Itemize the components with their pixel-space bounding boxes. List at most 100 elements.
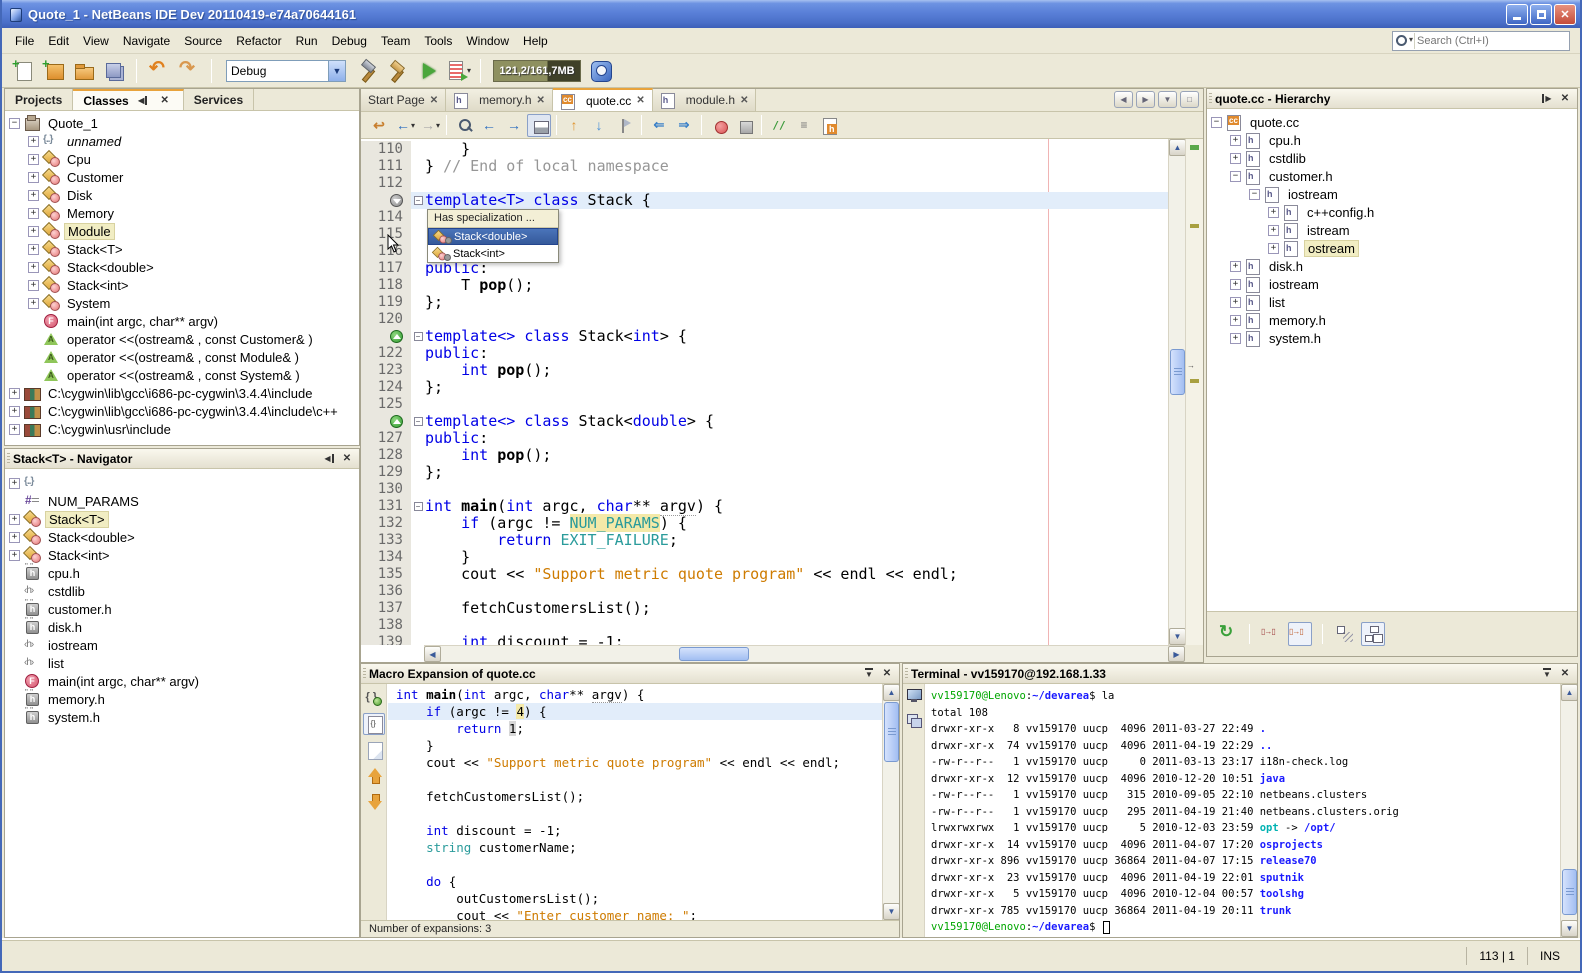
scroll-up-button[interactable]: ▲ <box>1169 139 1186 156</box>
code-line[interactable]: 136 <box>361 583 1203 600</box>
code-line[interactable]: 111} // End of local namespace <box>361 158 1203 175</box>
run-button[interactable] <box>414 57 442 85</box>
stripe-mark-current[interactable] <box>1190 145 1199 150</box>
expand-expander[interactable]: + <box>28 136 39 147</box>
minimize-panel-icon[interactable] <box>1539 92 1555 106</box>
classes-tree-item[interactable]: −Quote_1 <box>5 114 359 132</box>
show-macro-expansion-button[interactable] <box>363 713 385 735</box>
navigator-item[interactable]: system.h <box>5 708 359 726</box>
preprocessor-view-button[interactable] <box>817 114 841 137</box>
minimize-panel-icon[interactable] <box>135 94 151 108</box>
hierarchy-item[interactable]: +istream <box>1207 221 1577 239</box>
flat-view-button[interactable] <box>1333 622 1357 646</box>
show-supertypes-button[interactable] <box>1288 622 1312 646</box>
classes-tree-item[interactable]: operator <<(ostream& , const System& ) <box>5 366 359 384</box>
expand-expander[interactable]: + <box>9 406 20 417</box>
new-document-button[interactable] <box>363 739 385 761</box>
hierarchy-item[interactable]: +system.h <box>1207 329 1577 347</box>
expand-expander[interactable]: + <box>1230 153 1241 164</box>
navigator-item[interactable]: NUM_PARAMS <box>5 492 359 510</box>
expand-expander[interactable]: + <box>1230 297 1241 308</box>
classes-tree-item[interactable]: +Stack<double> <box>5 258 359 276</box>
expand-expander[interactable]: + <box>1230 261 1241 272</box>
classes-tree-item[interactable]: +C:\cygwin\lib\gcc\i686-pc-cygwin\3.4.4\… <box>5 384 359 402</box>
popup-item[interactable]: Stack<double> <box>428 228 558 245</box>
terminal-windows-icon[interactable] <box>906 712 922 728</box>
hierarchy-item[interactable]: +c++config.h <box>1207 203 1577 221</box>
expand-expander[interactable]: + <box>1230 279 1241 290</box>
macro-code-view[interactable]: int main(int argc, char** argv) { if (ar… <box>388 684 882 920</box>
navigator-item[interactable]: memory.h <box>5 690 359 708</box>
code-line[interactable]: 139 int discount = -1; <box>361 634 1203 645</box>
menu-file[interactable]: File <box>8 31 41 51</box>
specializes-marker-icon[interactable] <box>390 415 403 428</box>
tab-classes[interactable]: Classes <box>73 89 183 110</box>
expand-expander[interactable]: + <box>1230 333 1241 344</box>
code-line[interactable]: 134 } <box>361 549 1203 566</box>
hierarchy-item[interactable]: +cpu.h <box>1207 131 1577 149</box>
navigator-item[interactable]: +Stack<T> <box>5 510 359 528</box>
new-project-button[interactable] <box>40 57 68 85</box>
macro-code-line[interactable]: fetchCustomersList(); <box>388 788 882 805</box>
find-next-button[interactable]: → <box>502 114 526 137</box>
hierarchy-item[interactable]: −quote.cc <box>1207 113 1577 131</box>
hierarchy-item[interactable]: +list <box>1207 293 1577 311</box>
close-panel-icon[interactable] <box>1557 667 1573 681</box>
close-button[interactable]: ✕ <box>1554 4 1576 25</box>
code-line[interactable]: −template<> class Stack<int> { <box>361 328 1203 345</box>
forward-button[interactable]: →▾ <box>417 114 441 137</box>
expand-expander[interactable]: + <box>28 244 39 255</box>
expand-expander[interactable]: + <box>28 226 39 237</box>
macro-code-line[interactable] <box>388 805 882 822</box>
maximize-editor-button[interactable]: □ <box>1180 91 1199 108</box>
hierarchy-item[interactable]: +cstdlib <box>1207 149 1577 167</box>
navigator-item[interactable]: main(int argc, char** argv) <box>5 672 359 690</box>
editor-tab-quote-cc[interactable]: quote.cc✕ <box>553 88 653 111</box>
code-line[interactable]: 123 int pop(); <box>361 362 1203 379</box>
sync-macro-view-button[interactable] <box>363 687 385 709</box>
hierarchy-item[interactable]: +memory.h <box>1207 311 1577 329</box>
find-previous-button[interactable]: ← <box>477 114 501 137</box>
menu-run[interactable]: Run <box>289 31 325 51</box>
open-project-button[interactable] <box>70 57 98 85</box>
scroll-thumb[interactable] <box>1562 869 1577 915</box>
quick-search[interactable] <box>1392 31 1570 51</box>
menu-navigate[interactable]: Navigate <box>116 31 177 51</box>
undo-button[interactable] <box>145 57 173 85</box>
classes-tree-item[interactable]: +Customer <box>5 168 359 186</box>
last-edit-button[interactable]: ↩ <box>367 114 391 137</box>
shift-right-button[interactable]: ⇒ <box>672 114 696 137</box>
code-line[interactable]: 138 <box>361 617 1203 634</box>
scroll-thumb[interactable] <box>1170 349 1185 395</box>
scroll-tabs-left-button[interactable]: ◀ <box>1114 91 1133 108</box>
code-line[interactable]: 133 return EXIT_FAILURE; <box>361 532 1203 549</box>
close-panel-icon[interactable] <box>339 452 355 466</box>
navigator-item[interactable]: cpu.h <box>5 564 359 582</box>
next-occurrence-button[interactable]: ↓ <box>587 114 611 137</box>
hierarchy-item[interactable]: −customer.h <box>1207 167 1577 185</box>
classes-tree-item[interactable]: +Stack<int> <box>5 276 359 294</box>
expand-expander[interactable]: + <box>1268 207 1279 218</box>
expand-expander[interactable]: + <box>1268 243 1279 254</box>
memory-indicator[interactable]: 121,2/161,7MB <box>493 60 581 82</box>
toggle-bookmark-button[interactable] <box>612 114 636 137</box>
code-line[interactable]: 125 <box>361 396 1203 413</box>
navigator-item[interactable]: + <box>5 474 359 492</box>
expand-expander[interactable]: + <box>28 280 39 291</box>
code-line[interactable]: −template<T> class Stack { <box>361 192 1203 209</box>
code-line[interactable]: 130 <box>361 481 1203 498</box>
maximize-button[interactable] <box>1530 4 1552 25</box>
code-line[interactable]: 132 if (argc != NUM_PARAMS) { <box>361 515 1203 532</box>
classes-tree-item[interactable]: +C:\cygwin\usr\include <box>5 420 359 438</box>
macro-vertical-scrollbar[interactable]: ▲ ▼ <box>882 684 899 920</box>
profiler-button[interactable] <box>587 57 615 85</box>
close-tab-icon[interactable]: ✕ <box>636 95 644 106</box>
dock-panel-icon[interactable] <box>861 667 877 681</box>
menu-team[interactable]: Team <box>374 31 417 51</box>
macro-code-line[interactable]: int main(int argc, char** argv) { <box>388 686 882 703</box>
expand-expander[interactable]: + <box>1230 135 1241 146</box>
macro-code-line[interactable] <box>388 771 882 788</box>
code-line[interactable]: 135 cout << "Support metric quote progra… <box>361 566 1203 583</box>
new-file-button[interactable] <box>10 57 38 85</box>
collapse-expander[interactable]: − <box>1249 189 1260 200</box>
